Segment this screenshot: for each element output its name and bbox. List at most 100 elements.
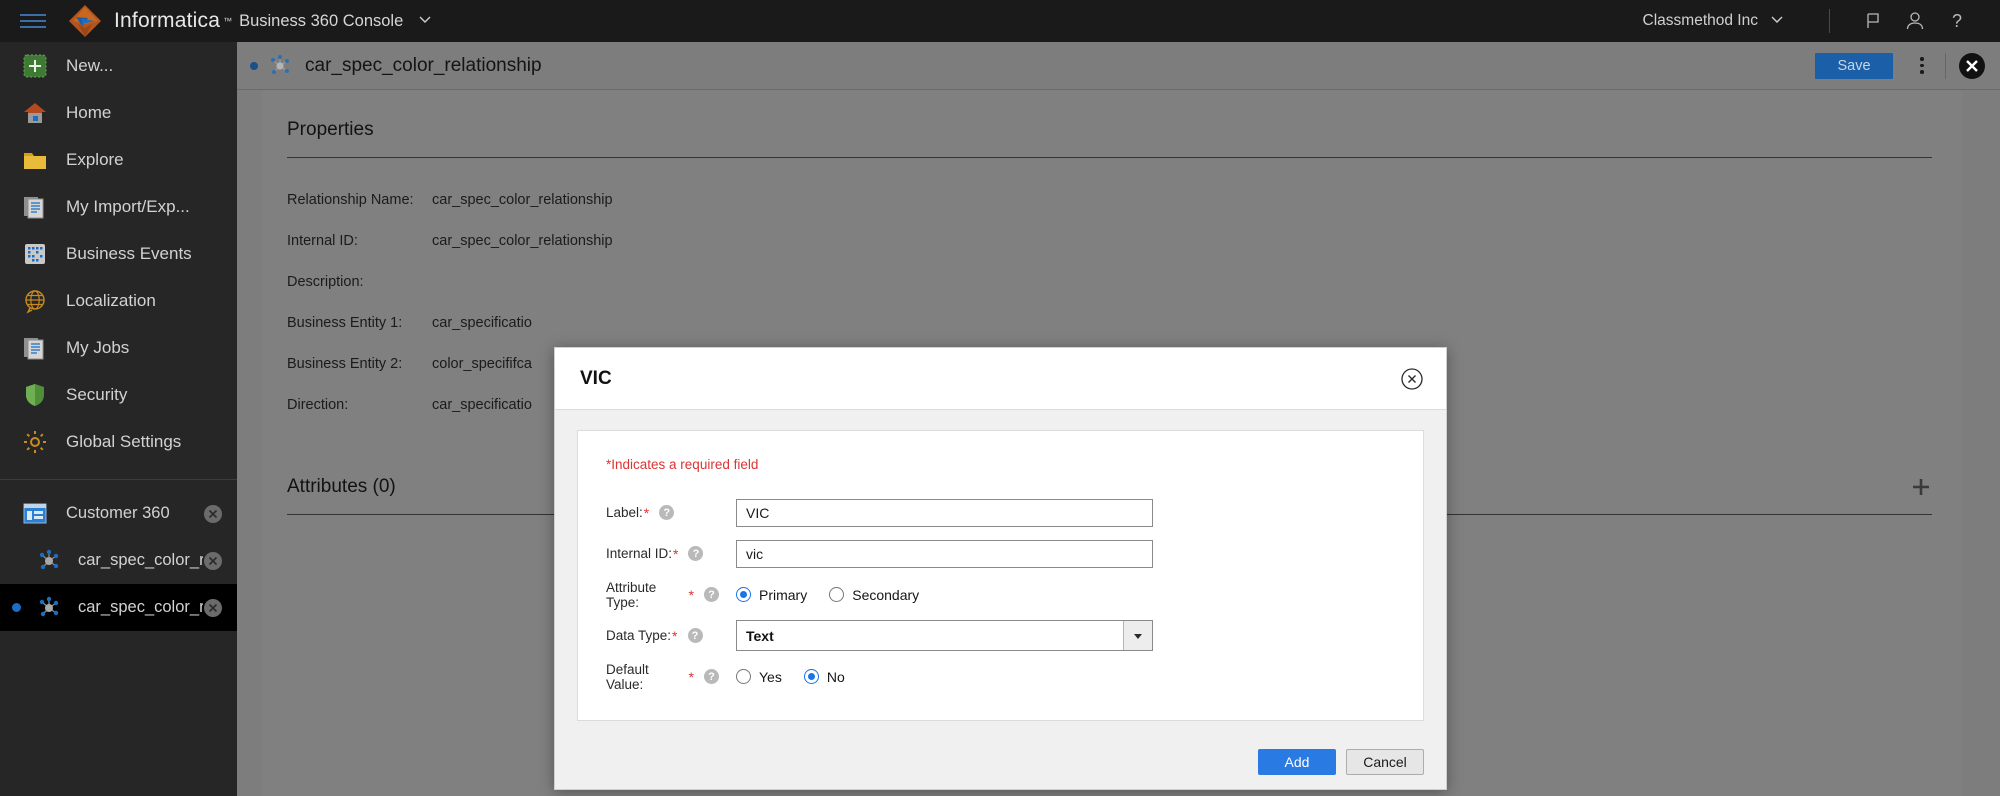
radio-label-yes[interactable]: Yes <box>759 669 782 685</box>
close-circle-filled-icon[interactable] <box>1958 52 1986 80</box>
cancel-button[interactable]: Cancel <box>1346 749 1424 775</box>
sidebar-item-home[interactable]: Home <box>0 89 237 136</box>
required-star: * <box>643 504 650 521</box>
section-title-attributes: Attributes (0) <box>287 476 396 497</box>
help-circle-icon[interactable]: ? <box>687 628 703 643</box>
sidebar-tab-label: car_spec_color_r... <box>78 551 203 569</box>
property-key: Business Entity 2: <box>287 356 403 372</box>
property-key: Internal ID: <box>287 233 358 249</box>
documents-icon <box>20 192 50 222</box>
topbar-right-group: Classmethod Inc ? <box>1643 0 2000 42</box>
document-actions: Save <box>1815 51 2000 81</box>
field-label: Label: * ? <box>606 505 719 520</box>
caret-down-icon[interactable] <box>1123 621 1152 650</box>
sidebar-item-explore[interactable]: Explore <box>0 136 237 183</box>
add-button[interactable]: Add <box>1258 749 1336 775</box>
dialog-footer: Add Cancel <box>555 735 1446 789</box>
sidebar-item-label: Localization <box>66 290 156 310</box>
svg-text:?: ? <box>1952 11 1962 31</box>
gear-icon <box>20 427 50 457</box>
sidebar-tab-car-spec-color-1[interactable]: car_spec_color_r... <box>0 537 237 584</box>
relationship-icon <box>34 593 64 623</box>
property-key: Direction: <box>287 397 349 413</box>
property-key: Relationship Name: <box>287 192 414 208</box>
close-circle-icon[interactable] <box>1400 367 1424 391</box>
sidebar-item-my-jobs[interactable]: My Jobs <box>0 324 237 371</box>
add-attribute-dialog: VIC *Indicates a required field Label: * … <box>554 347 1447 790</box>
close-circle-icon[interactable] <box>203 504 223 524</box>
property-key: Description: <box>287 274 364 290</box>
sidebar-item-label: Global Settings <box>66 431 182 451</box>
sidebar-item-label: Explore <box>66 149 124 169</box>
field-label-text: Data Type: <box>606 628 672 643</box>
property-row: Description: <box>287 274 1962 315</box>
chevron-down-icon[interactable] <box>1769 11 1785 32</box>
radio-default-value-no[interactable] <box>803 669 819 684</box>
flag-icon[interactable] <box>1852 0 1894 42</box>
informatica-logo <box>68 4 102 38</box>
label-input[interactable] <box>736 498 1153 527</box>
field-label: Attribute Type: * ? <box>606 580 719 610</box>
form-row-internal-id: Internal ID: * ? <box>606 533 1423 574</box>
form-row-data-type: Data Type: * ? Text <box>606 615 1423 656</box>
internal-id-input[interactable] <box>736 539 1153 568</box>
shield-icon <box>20 380 50 410</box>
page-title: car_spec_color_relationship <box>305 54 542 76</box>
required-star: * <box>672 627 678 644</box>
radio-default-value-yes[interactable] <box>736 669 751 684</box>
required-star: * <box>673 545 679 562</box>
sidebar-item-my-import-export[interactable]: My Import/Exp... <box>0 183 237 230</box>
sidebar-item-label: My Import/Exp... <box>66 196 190 216</box>
help-circle-icon[interactable]: ? <box>688 546 704 561</box>
radio-label-no[interactable]: No <box>827 669 845 685</box>
sidebar-item-business-events[interactable]: Business Events <box>0 230 237 277</box>
field-label-text: Default Value: <box>606 661 649 692</box>
plus-icon[interactable] <box>1910 476 1932 498</box>
field-control <box>736 498 1153 527</box>
property-key: Business Entity 1: <box>287 315 403 331</box>
user-icon[interactable] <box>1894 0 1936 42</box>
required-star: * <box>688 586 694 603</box>
help-circle-icon[interactable]: ? <box>704 669 719 684</box>
hamburger-icon[interactable] <box>20 11 46 31</box>
sidebar-item-new[interactable]: New... <box>0 42 237 89</box>
data-type-select[interactable]: Text <box>736 620 1153 651</box>
save-button[interactable]: Save <box>1815 52 1893 79</box>
sidebar: New... Home Explore My Import/Exp... Bus… <box>0 42 237 796</box>
globe-icon <box>20 286 50 316</box>
help-icon[interactable]: ? <box>1936 0 1978 42</box>
chevron-down-icon[interactable] <box>417 11 433 32</box>
field-control: Yes No <box>736 669 859 685</box>
sidebar-divider <box>0 479 237 480</box>
field-label: Data Type: * ? <box>606 628 719 643</box>
close-circle-icon[interactable] <box>203 551 223 571</box>
more-vertical-icon[interactable] <box>1907 51 1937 81</box>
radio-attribute-type-primary[interactable] <box>736 587 751 602</box>
brand-trademark: ™ <box>223 16 233 26</box>
unsaved-indicator-dot <box>250 61 258 70</box>
radio-label-secondary[interactable]: Secondary <box>852 587 919 603</box>
data-type-selected-value: Text <box>746 627 774 644</box>
field-label: Default Value: * ? <box>606 662 719 692</box>
home-icon <box>20 98 50 128</box>
dialog-header: VIC <box>555 348 1446 410</box>
top-bar: Informatica ™ Business 360 Console Class… <box>0 0 2000 42</box>
field-label-text: Label: <box>606 505 643 520</box>
sidebar-tab-customer-360[interactable]: Customer 360 <box>0 490 237 537</box>
attribute-form: *Indicates a required field Label:* ? In… <box>577 430 1424 721</box>
brand-name: Informatica <box>114 9 221 32</box>
section-title-properties: Properties <box>287 119 374 140</box>
divider <box>1829 9 1830 33</box>
radio-label-primary[interactable]: Primary <box>759 587 807 603</box>
close-circle-icon[interactable] <box>203 598 223 618</box>
help-circle-icon[interactable]: ? <box>659 505 675 520</box>
required-star: * <box>688 668 694 685</box>
sidebar-item-localization[interactable]: Localization <box>0 277 237 324</box>
sidebar-tab-car-spec-color-2[interactable]: car_spec_color_r... <box>0 584 237 631</box>
org-name: Classmethod Inc <box>1642 12 1758 29</box>
radio-attribute-type-secondary[interactable] <box>829 587 845 602</box>
sidebar-item-security[interactable]: Security <box>0 371 237 418</box>
help-circle-icon[interactable]: ? <box>704 587 719 602</box>
grid-events-icon <box>20 239 50 269</box>
sidebar-item-global-settings[interactable]: Global Settings <box>0 418 237 465</box>
